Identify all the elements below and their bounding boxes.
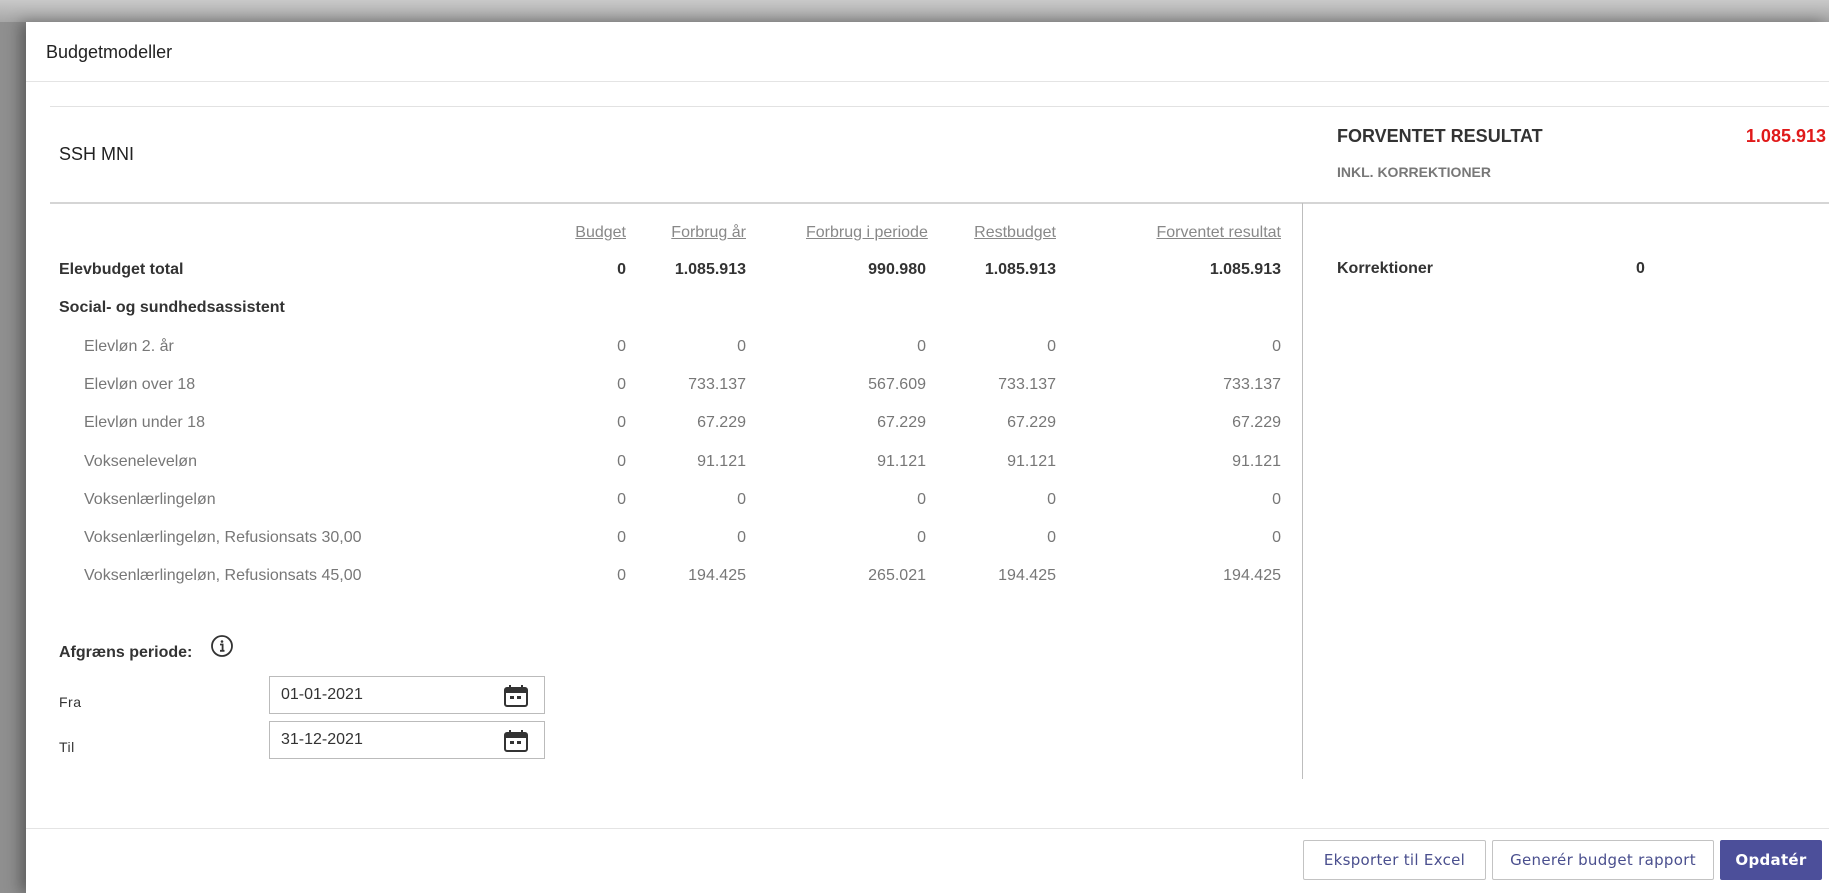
generate-report-button[interactable]: Generér budget rapport (1492, 840, 1714, 880)
row-label: Social- og sundhedsassistent (59, 299, 285, 317)
row-label: Vokseneleveløn (84, 452, 197, 470)
row-cell: 0 (1047, 490, 1056, 508)
row-cell: 0 (1272, 337, 1281, 355)
row-cell: 194.425 (998, 567, 1056, 585)
row-cell: 91.121 (877, 452, 926, 470)
divider (50, 106, 1829, 107)
from-date-input[interactable] (281, 677, 481, 713)
to-label: Til (59, 739, 75, 755)
row-cell: 67.229 (877, 414, 926, 432)
calendar-icon[interactable] (503, 729, 529, 753)
row-cell: 1.085.913 (984, 261, 1056, 278)
row-cell: 0 (617, 375, 626, 393)
row-cell: 0 (617, 337, 626, 355)
row-cell: 0 (1272, 529, 1281, 547)
table-row: Voksenlærlingeløn, Refusionsats 30,00 0 0 0… (26, 529, 1302, 559)
row-cell: 91.121 (1232, 452, 1281, 470)
divider (50, 202, 1829, 204)
corrections-label: Korrektioner (1337, 260, 1434, 277)
table-row: Social- og sundhedsassistent (26, 299, 1302, 329)
expected-result-value: 1.085.913 (1745, 126, 1826, 146)
to-date-input[interactable] (281, 722, 481, 758)
from-label: Fra (59, 694, 82, 710)
row-cell: 1.085.913 (674, 261, 746, 278)
row-label: Elevbudget total (59, 261, 184, 278)
row-cell: 567.609 (868, 375, 926, 393)
from-date-field[interactable] (269, 676, 545, 714)
row-label: Elevløn 2. år (84, 337, 174, 355)
row-cell: 0 (1047, 529, 1056, 547)
table-row: Elevløn 2. år 0 0 0 0 0 (26, 338, 1302, 368)
row-cell: 0 (617, 567, 626, 585)
column-header-usage-period[interactable]: Forbrug i periode (806, 224, 928, 242)
row-cell: 1.085.913 (1209, 261, 1281, 278)
row-cell: 0 (1047, 337, 1056, 355)
row-cell: 0 (737, 490, 746, 508)
info-icon[interactable] (210, 634, 234, 658)
background-window (0, 0, 1829, 22)
row-cell: 0 (617, 490, 626, 508)
corrections-value: 0 (1636, 260, 1645, 277)
period-label: Afgræns periode: (59, 644, 193, 661)
export-excel-button[interactable]: Eksporter til Excel (1303, 840, 1486, 880)
vertical-divider (1302, 203, 1303, 779)
budget-model-dialog: Budgetmodeller SSH MNI FORVENTET RESULTA… (26, 22, 1829, 893)
table-row: Vokseneleveløn 0 91.121 91.121 91.121 91.121 (26, 453, 1302, 483)
dialog-title: Budgetmodeller (46, 42, 173, 62)
table-row: Elevløn under 18 0 67.229 67.229 67.229 67.22… (26, 414, 1302, 444)
row-cell: 91.121 (697, 452, 746, 470)
column-header-usage-year[interactable]: Forbrug år (666, 224, 746, 242)
table-row: Elevløn over 18 0 733.137 567.609 733.137 733… (26, 376, 1302, 406)
expected-result-label: FORVENTET RESULTAT (1337, 126, 1543, 146)
row-label: Elevløn over 18 (84, 375, 196, 393)
column-header-expected-result[interactable]: Forventet resultat (1126, 224, 1282, 242)
row-cell: 67.229 (1232, 414, 1281, 432)
row-cell: 733.137 (1223, 375, 1281, 393)
table-row: Voksenlærlingeløn, Refusionsats 45,00 0 19… (26, 567, 1302, 597)
row-cell: 0 (737, 337, 746, 355)
dialog-header: Budgetmodeller (26, 22, 1829, 82)
to-date-field[interactable] (269, 721, 545, 759)
row-cell: 733.137 (998, 375, 1056, 393)
calendar-icon[interactable] (503, 684, 529, 708)
row-label: Elevløn under 18 (84, 414, 205, 432)
row-label: Voksenlærlingeløn, Refusionsats 30,00 (84, 529, 362, 547)
expected-result-sublabel: INKL. KORREKTIONER (1337, 164, 1491, 180)
row-cell: 0 (917, 337, 926, 355)
row-cell: 0 (737, 529, 746, 547)
table-row: Voksenlærlingeløn 0 0 0 0 0 (26, 491, 1302, 521)
row-cell: 91.121 (1007, 452, 1056, 470)
row-cell: 0 (617, 452, 626, 470)
row-cell: 0 (1272, 490, 1281, 508)
update-button[interactable]: Opdatér (1720, 840, 1822, 880)
row-cell: 733.137 (688, 375, 746, 393)
column-header-remaining-budget[interactable]: Restbudget (956, 224, 1056, 242)
row-cell: 67.229 (697, 414, 746, 432)
row-cell: 265.021 (868, 567, 926, 585)
row-cell: 0 (617, 414, 626, 432)
footer-divider (26, 828, 1829, 829)
row-cell: 0 (617, 261, 626, 278)
table-row: Elevbudget total 0 1.085.913 990.980 1.085.9… (26, 261, 1302, 291)
row-cell: 0 (917, 490, 926, 508)
row-cell: 990.980 (868, 261, 926, 278)
row-cell: 67.229 (1007, 414, 1056, 432)
row-cell: 0 (617, 529, 626, 547)
row-cell: 0 (917, 529, 926, 547)
row-label: Voksenlærlingeløn, Refusionsats 45,00 (84, 567, 362, 585)
model-name: SSH MNI (59, 144, 135, 164)
row-cell: 194.425 (688, 567, 746, 585)
row-label: Voksenlærlingeløn (84, 490, 216, 508)
row-cell: 194.425 (1223, 567, 1281, 585)
column-header-budget[interactable]: Budget (566, 224, 626, 242)
